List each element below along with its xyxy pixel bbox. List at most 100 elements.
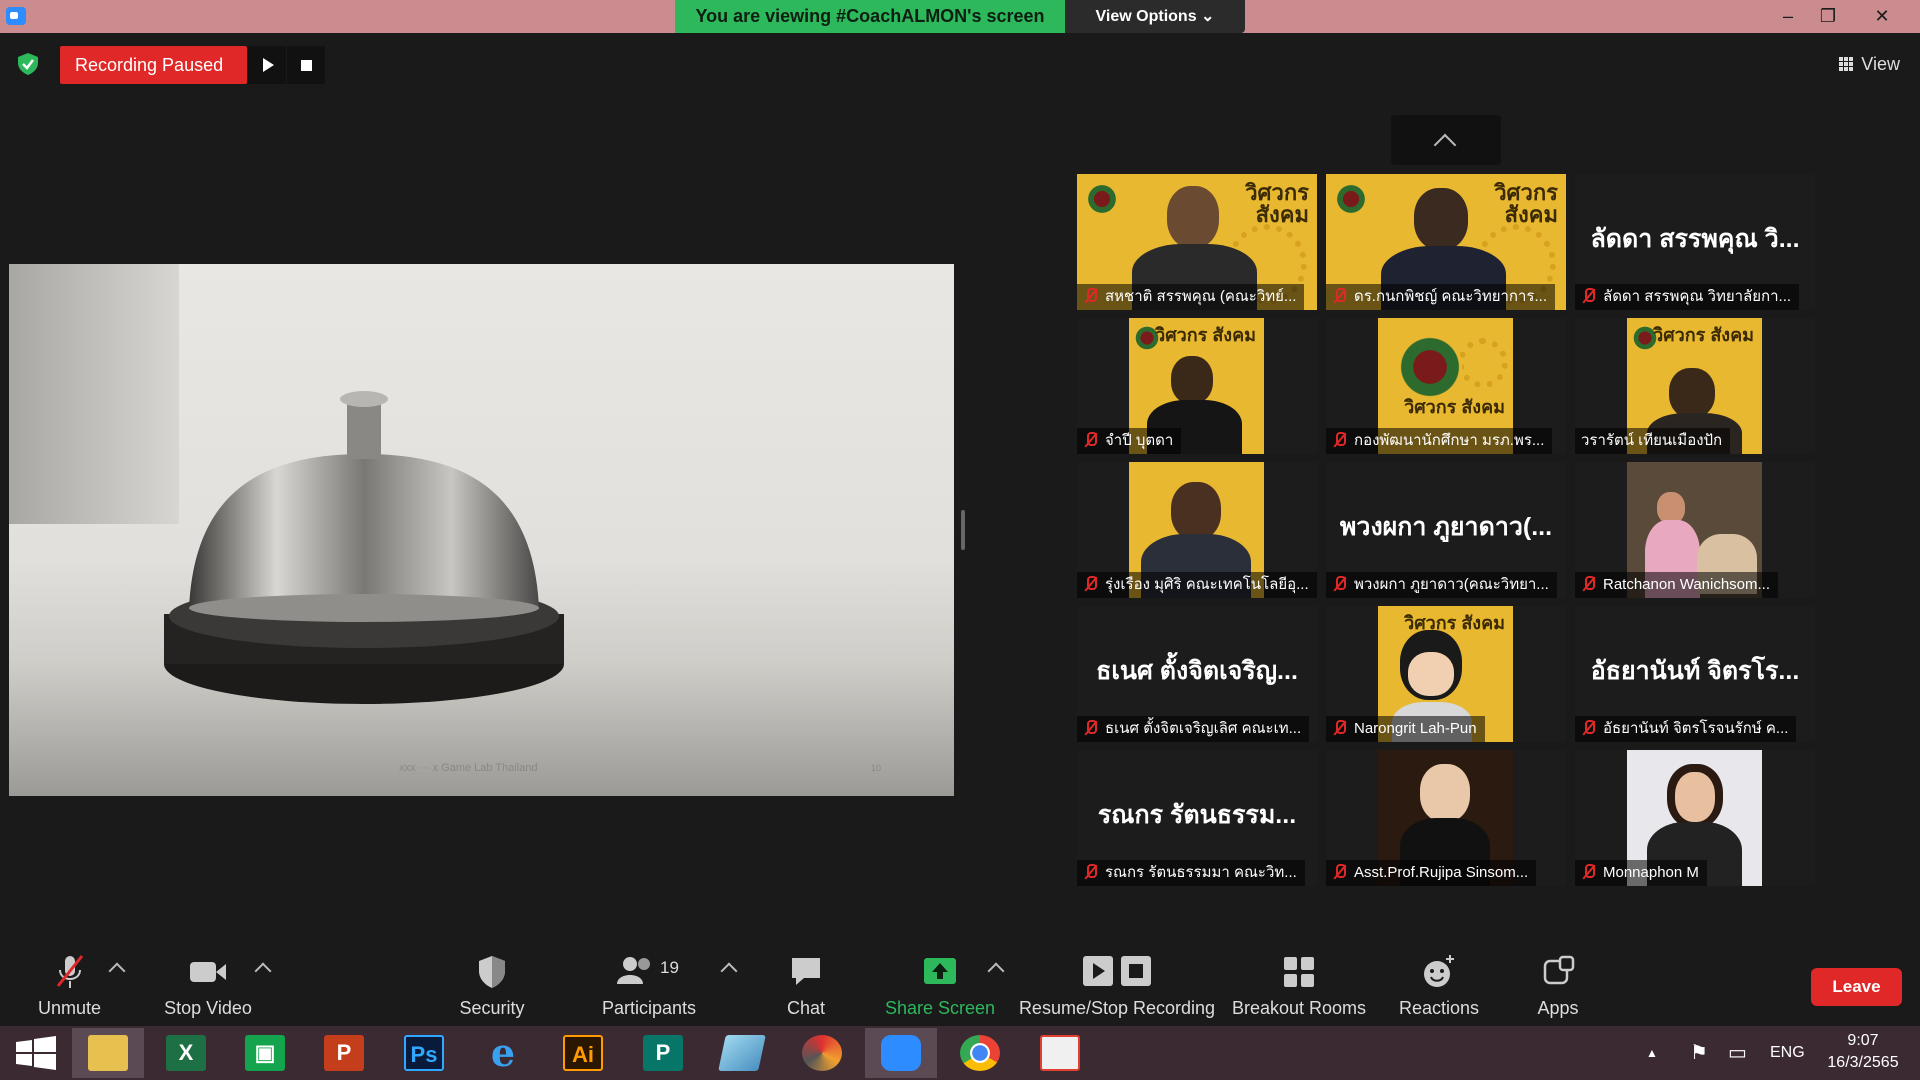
gear-decoration bbox=[1458, 338, 1508, 388]
muted-mic-icon bbox=[1083, 432, 1097, 448]
taskbar-zoom[interactable] bbox=[865, 1028, 937, 1078]
muted-mic-icon bbox=[1083, 720, 1097, 736]
participants-icon: 19 bbox=[617, 957, 679, 984]
minimize-button[interactable]: – bbox=[1768, 0, 1808, 33]
stop-recording-icon[interactable] bbox=[287, 46, 325, 84]
clock-time: 9:07 bbox=[1847, 1032, 1879, 1049]
taskbar-photoscape[interactable] bbox=[786, 1028, 858, 1078]
apps-button[interactable]: Apps bbox=[1528, 952, 1588, 1024]
participants-count: 19 bbox=[660, 958, 679, 977]
taskbar-notepad[interactable] bbox=[706, 1028, 778, 1078]
view-layout-button[interactable]: View bbox=[1839, 50, 1900, 78]
tile-logo-text: วิศวกร สังคม bbox=[1494, 180, 1558, 227]
participant-tile[interactable]: Asst.Prof.Rujipa Sinsom... bbox=[1326, 750, 1566, 886]
participant-display-name: ลัดดา สรรพคุณ วิ... bbox=[1590, 225, 1800, 253]
chrome-icon bbox=[960, 1035, 1000, 1071]
participant-display-name: พวงผกา ภูยาดาว(... bbox=[1339, 513, 1553, 541]
taskbar-chrome[interactable] bbox=[944, 1028, 1016, 1078]
recording-paused-indicator: Recording Paused bbox=[60, 46, 247, 84]
slide-caption: xxx ··· x Game Lab Thailand bbox=[399, 762, 538, 774]
participant-tile[interactable]: วิศวกร สังคม จำปี บุตดา bbox=[1077, 318, 1317, 454]
taskbar-file-explorer[interactable] bbox=[72, 1028, 144, 1078]
person-head bbox=[1675, 772, 1715, 822]
participant-tile[interactable]: รุ่งเรือง มุศิริ คณะเทคโนโลยีอุ... bbox=[1077, 462, 1317, 598]
participant-name-label: Asst.Prof.Rujipa Sinsom... bbox=[1326, 860, 1537, 886]
system-clock[interactable]: 9:07 16/3/2565 bbox=[1818, 1030, 1908, 1074]
participant-tile[interactable]: อัธยานันท์ จิตรโร... อัธยานันท์ จิตรโรจน… bbox=[1575, 606, 1815, 742]
taskbar-powerpoint[interactable]: P bbox=[308, 1028, 380, 1078]
participant-tile[interactable]: ธเนศ ตั้งจิตเจริญ... ธเนศ ตั้งจิตเจริญเล… bbox=[1077, 606, 1317, 742]
muted-mic-icon bbox=[1332, 864, 1346, 880]
network-icon[interactable]: ▭ bbox=[1728, 1026, 1747, 1080]
participant-tile[interactable]: วิศวกร สังคม ดร.กนกพิชญ์ คณะวิทยาการ... bbox=[1326, 174, 1566, 310]
participant-tile[interactable]: Ratchanon Wanichsom... bbox=[1575, 462, 1815, 598]
university-emblem-icon bbox=[1087, 182, 1117, 216]
start-button[interactable] bbox=[0, 1028, 72, 1078]
participant-name-label: กองพัฒนานักศึกษา มรภ.พร... bbox=[1326, 428, 1553, 454]
participant-name-label: Narongrit Lah-Pun bbox=[1326, 716, 1485, 742]
shared-screen-content[interactable]: xxx ··· x Game Lab Thailand 10 bbox=[9, 264, 954, 796]
muted-mic-icon bbox=[1332, 432, 1346, 448]
person-face bbox=[1408, 652, 1454, 696]
share-screen-icon bbox=[924, 958, 956, 984]
folder-icon bbox=[88, 1035, 128, 1071]
share-screen-button[interactable]: Share Screen bbox=[884, 952, 996, 1024]
view-options-button[interactable]: View Options ⌄ bbox=[1065, 0, 1245, 33]
encryption-shield-icon[interactable] bbox=[16, 52, 40, 76]
unmute-button[interactable]: Unmute bbox=[22, 952, 117, 1024]
muted-mic-icon bbox=[1083, 576, 1097, 592]
zoom-app-icon bbox=[6, 7, 26, 25]
show-hidden-icons-caret[interactable]: ▲ bbox=[1646, 1026, 1658, 1080]
input-language-indicator[interactable]: ENG bbox=[1770, 1026, 1805, 1080]
viewing-screen-banner: You are viewing #CoachALMON's screen bbox=[675, 0, 1065, 33]
taskbar-photoscape-viewer[interactable] bbox=[1024, 1028, 1096, 1078]
video-camera-icon bbox=[190, 962, 226, 982]
participant-display-name: ธเนศ ตั้งจิตเจริญ... bbox=[1096, 657, 1298, 685]
security-button[interactable]: Security bbox=[447, 952, 537, 1024]
restore-button[interactable]: ❐ bbox=[1808, 0, 1848, 33]
participant-name-label: ลัดดา สรรพคุณ วิทยาลัยกา... bbox=[1575, 284, 1800, 310]
muted-mic-icon bbox=[1581, 288, 1595, 304]
participant-tile[interactable]: Monnaphon M bbox=[1575, 750, 1815, 886]
taskbar-store[interactable]: ▣ bbox=[229, 1028, 301, 1078]
stop-video-button[interactable]: Stop Video bbox=[158, 952, 258, 1024]
leave-meeting-button[interactable]: Leave bbox=[1811, 968, 1902, 1006]
resume-recording-icon[interactable] bbox=[248, 46, 286, 84]
taskbar-publisher[interactable]: P bbox=[627, 1028, 699, 1078]
gallery-scroll-up-button[interactable] bbox=[1391, 115, 1501, 165]
participant-tile[interactable]: พวงผกา ภูยาดาว(... พวงผกา ภูยาดาว(คณะวิท… bbox=[1326, 462, 1566, 598]
university-emblem-icon bbox=[1336, 182, 1366, 216]
chat-button[interactable]: Chat bbox=[776, 952, 836, 1024]
breakout-rooms-icon bbox=[1284, 957, 1314, 987]
view-label: View bbox=[1861, 54, 1900, 74]
participant-name-label: รุ่งเรือง มุศิริ คณะเทคโนโลยีอุ... bbox=[1077, 572, 1317, 598]
close-button[interactable]: ✕ bbox=[1862, 0, 1902, 33]
action-center-flag-icon[interactable]: ⚑ bbox=[1690, 1026, 1708, 1080]
muted-mic-icon bbox=[1332, 576, 1346, 592]
publisher-icon: P bbox=[643, 1035, 683, 1071]
participant-tile[interactable]: วิศวกร สังคม กองพัฒนานักศึกษา มรภ.พร... bbox=[1326, 318, 1566, 454]
participant-name-label: Ratchanon Wanichsom... bbox=[1575, 572, 1779, 598]
photoshop-icon: Ps bbox=[404, 1035, 444, 1071]
participant-tile[interactable]: ลัดดา สรรพคุณ วิ... ลัดดา สรรพคุณ วิทยาล… bbox=[1575, 174, 1815, 310]
breakout-rooms-button[interactable]: Breakout Rooms bbox=[1231, 952, 1367, 1024]
taskbar-illustrator[interactable]: Ai bbox=[547, 1028, 619, 1078]
photo-viewer-icon bbox=[1040, 1035, 1080, 1071]
panel-resize-handle[interactable] bbox=[961, 510, 965, 550]
reactions-button[interactable]: Reactions bbox=[1394, 952, 1484, 1024]
resume-stop-recording-button[interactable]: Resume/Stop Recording bbox=[1017, 952, 1217, 1024]
taskbar-excel[interactable]: X bbox=[150, 1028, 222, 1078]
participant-tile[interactable]: วิศวกร สังคม Narongrit Lah-Pun bbox=[1326, 606, 1566, 742]
participant-tile[interactable]: รณกร รัตนธรรม... รณกร รัตนธรรมมา คณะวิท.… bbox=[1077, 750, 1317, 886]
person-head bbox=[1167, 186, 1219, 248]
taskbar-photoshop[interactable]: Ps bbox=[388, 1028, 460, 1078]
tile-logo-text: วิศวกร สังคม bbox=[1245, 180, 1309, 227]
person-head bbox=[1414, 188, 1468, 250]
participant-tile[interactable]: วิศวกร สังคม วรารัตน์ เทียนเมืองปัก bbox=[1575, 318, 1815, 454]
participants-button[interactable]: 19 Participants bbox=[598, 952, 700, 1024]
internet-explorer-icon: e bbox=[490, 1030, 516, 1075]
taskbar-internet-explorer[interactable]: e bbox=[467, 1028, 539, 1078]
participant-tile[interactable]: วิศวกร สังคม สหชาติ สรรพคุณ (คณะวิทย์... bbox=[1077, 174, 1317, 310]
zoom-meeting-window: You are viewing #CoachALMON's screen Vie… bbox=[0, 0, 1920, 1080]
participant-name-label: วรารัตน์ เทียนเมืองปัก bbox=[1575, 428, 1731, 454]
